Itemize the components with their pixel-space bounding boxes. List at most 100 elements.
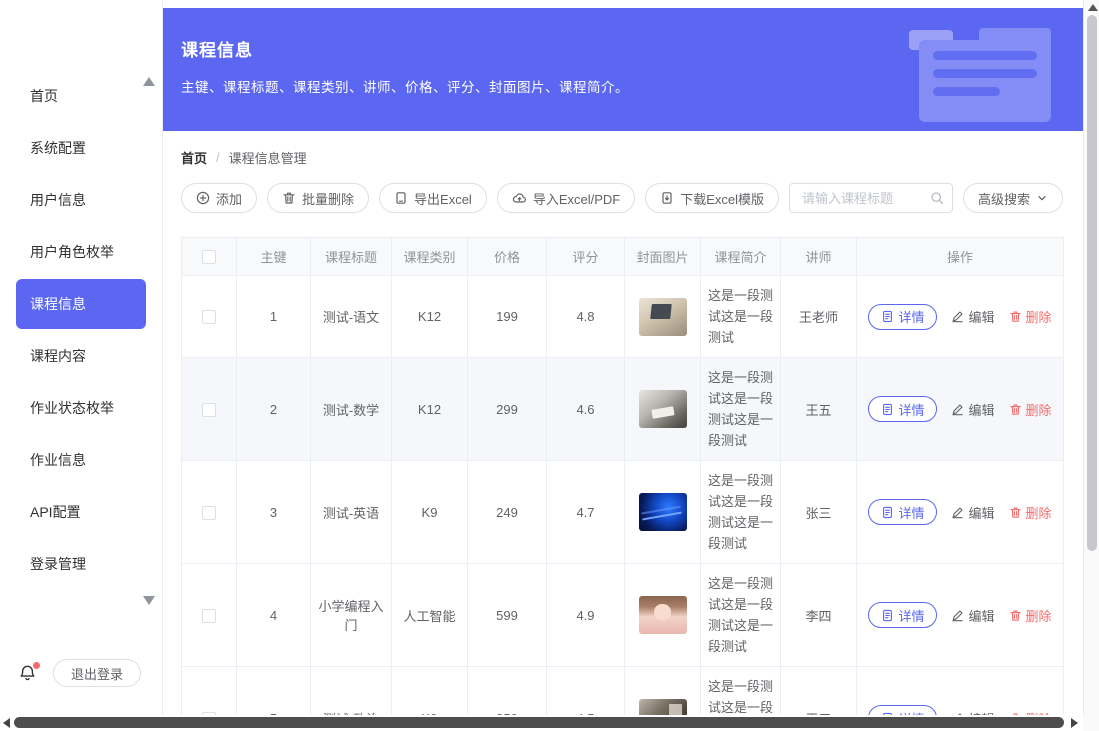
logout-button[interactable]: 退出登录 [53, 659, 141, 687]
cover-image [639, 298, 687, 336]
cover-image [639, 493, 687, 531]
vertical-scrollbar[interactable] [1083, 0, 1099, 731]
breadcrumb: 首页 / 课程信息管理 [181, 148, 1063, 167]
trash-icon [1009, 310, 1022, 323]
edit-button[interactable]: 编辑 [951, 307, 994, 326]
pencil-icon [951, 310, 964, 323]
cell-category: 人工智能 [392, 564, 468, 667]
cell-price: 299 [468, 358, 547, 461]
cell-price: 249 [468, 461, 547, 564]
trash-icon [1009, 403, 1022, 416]
column-header-3: 价格 [468, 238, 547, 276]
delete-button[interactable]: 删除 [1009, 307, 1052, 326]
row-select-cell [182, 461, 237, 564]
row-select-cell [182, 564, 237, 667]
notification-bell-icon[interactable] [18, 664, 37, 683]
advanced-search-button[interactable]: 高级搜索 [963, 183, 1063, 213]
cover-image [639, 596, 687, 634]
document-icon [881, 506, 894, 519]
detail-button[interactable]: 详情 [868, 499, 937, 525]
cell-teacher: 王老师 [781, 276, 857, 358]
course-table: 主键课程标题课程类别价格评分封面图片课程简介讲师操作 1测试-语文K121994… [181, 237, 1063, 731]
cell-id: 3 [237, 461, 311, 564]
cell-id: 2 [237, 358, 311, 461]
cell-category: K9 [392, 461, 468, 564]
import-excel-pdf-button[interactable]: 导入Excel/PDF [497, 183, 635, 213]
breadcrumb-home[interactable]: 首页 [181, 148, 207, 167]
cell-title: 小学编程入门 [311, 564, 392, 667]
sidebar-item-course-info[interactable]: 课程信息 [16, 279, 146, 329]
row-checkbox[interactable] [202, 609, 216, 623]
cell-intro: 这是一段测试这是一段测试这是一段测试 [701, 461, 781, 564]
delete-button[interactable]: 删除 [1009, 503, 1052, 522]
page-banner: 课程信息 主键、课程标题、课程类别、讲师、价格、评分、封面图片、课程简介。 [163, 8, 1083, 131]
select-all-checkbox[interactable] [202, 250, 216, 264]
cell-category: K12 [392, 358, 468, 461]
edit-button[interactable]: 编辑 [951, 400, 994, 419]
search-box [789, 183, 953, 213]
document-icon [881, 403, 894, 416]
delete-button[interactable]: 删除 [1009, 606, 1052, 625]
horizontal-scrollbar[interactable] [0, 715, 1083, 731]
table-row: 2测试-数学K122994.6这是一段测试这是一段测试这是一段测试王五详情编辑删… [182, 358, 1064, 461]
scroll-up-arrow-icon[interactable] [1088, 4, 1098, 11]
sidebar-menu: 首页系统配置用户信息用户角色枚举课程信息课程内容作业状态枚举作业信息API配置登… [0, 0, 162, 590]
sidebar-item-user-role-enum[interactable]: 用户角色枚举 [0, 226, 162, 278]
search-input[interactable] [789, 183, 953, 213]
pencil-icon [951, 506, 964, 519]
toolbar: 添加 批量删除 导出Excel 导入Excel/PDF 下载Excel模版 [181, 183, 1063, 213]
delete-button[interactable]: 删除 [1009, 400, 1052, 419]
detail-button[interactable]: 详情 [868, 396, 937, 422]
cell-cover [625, 461, 701, 564]
cell-id: 1 [237, 276, 311, 358]
sidebar-item-user-info[interactable]: 用户信息 [0, 174, 162, 226]
sidebar-item-home[interactable]: 首页 [0, 70, 162, 122]
pencil-icon [951, 403, 964, 416]
export-excel-button[interactable]: 导出Excel [379, 183, 487, 213]
detail-button[interactable]: 详情 [868, 304, 937, 330]
vertical-scrollbar-thumb[interactable] [1087, 15, 1097, 551]
cell-category: K12 [392, 276, 468, 358]
detail-button[interactable]: 详情 [868, 602, 937, 628]
cell-actions: 详情编辑删除 [857, 358, 1064, 461]
sidebar-item-homework-status-enum[interactable]: 作业状态枚举 [0, 382, 162, 434]
document-icon [881, 310, 894, 323]
batch-delete-button[interactable]: 批量删除 [267, 183, 369, 213]
main-area: 课程信息 主键、课程标题、课程类别、讲师、价格、评分、封面图片、课程简介。 首页… [163, 0, 1099, 731]
scroll-right-arrow-icon[interactable] [1071, 718, 1078, 728]
add-button[interactable]: 添加 [181, 183, 257, 213]
app-window: 首页系统配置用户信息用户角色枚举课程信息课程内容作业状态枚举作业信息API配置登… [0, 0, 1099, 731]
column-header-6: 课程简介 [701, 238, 781, 276]
sidebar-item-system-config[interactable]: 系统配置 [0, 122, 162, 174]
cell-title: 测试-语文 [311, 276, 392, 358]
scrollbar-corner [1083, 715, 1099, 731]
trash-icon [1009, 506, 1022, 519]
edit-button[interactable]: 编辑 [951, 606, 994, 625]
menu-scroll-up-icon[interactable] [143, 77, 155, 86]
cell-intro: 这是一段测试这是一段测试这是一段测试 [701, 358, 781, 461]
sidebar: 首页系统配置用户信息用户角色枚举课程信息课程内容作业状态枚举作业信息API配置登… [0, 0, 163, 731]
cell-intro: 这是一段测试这是一段测试 [701, 276, 781, 358]
sidebar-item-api-config[interactable]: API配置 [0, 486, 162, 538]
menu-scroll-down-icon[interactable] [143, 596, 155, 605]
edit-button[interactable]: 编辑 [951, 503, 994, 522]
sidebar-footer: 退出登录 [0, 659, 162, 687]
cloud-upload-icon [512, 191, 527, 206]
chevron-down-icon [1036, 192, 1048, 204]
sidebar-item-login-management[interactable]: 登录管理 [0, 538, 162, 590]
row-checkbox[interactable] [202, 403, 216, 417]
scroll-left-arrow-icon[interactable] [3, 718, 10, 728]
sidebar-item-homework-info[interactable]: 作业信息 [0, 434, 162, 486]
horizontal-scrollbar-thumb[interactable] [14, 717, 1064, 728]
row-checkbox[interactable] [202, 310, 216, 324]
cell-rating: 4.6 [547, 358, 625, 461]
row-select-cell [182, 358, 237, 461]
trash-icon [1009, 609, 1022, 622]
row-checkbox[interactable] [202, 506, 216, 520]
content-area: 首页 / 课程信息管理 添加 批量删除 导出Excel [163, 148, 1083, 731]
download-template-button[interactable]: 下载Excel模版 [645, 183, 779, 213]
column-header-4: 评分 [547, 238, 625, 276]
cell-teacher: 王五 [781, 358, 857, 461]
cell-price: 199 [468, 276, 547, 358]
sidebar-item-course-content[interactable]: 课程内容 [0, 330, 162, 382]
